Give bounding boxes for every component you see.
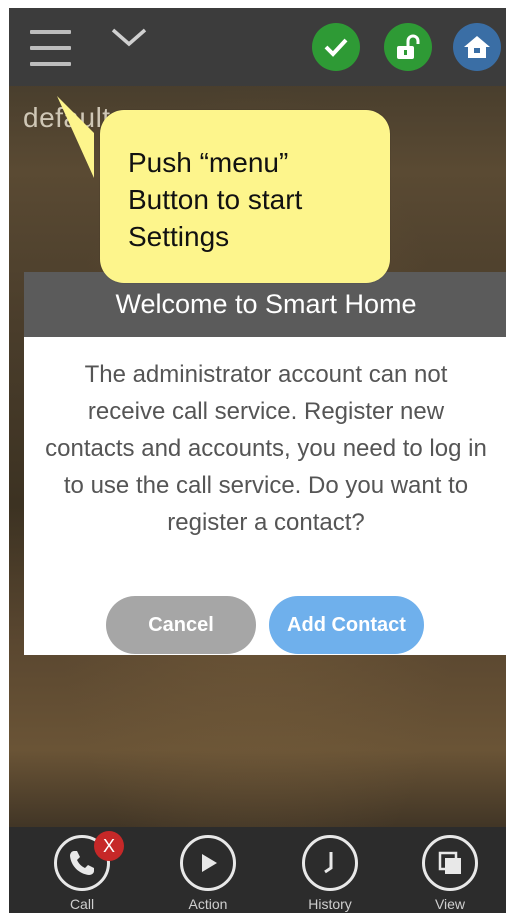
home-icon <box>464 36 490 58</box>
nav-view-label: View <box>434 896 466 912</box>
clock-icon <box>324 852 333 874</box>
status-ok-button[interactable] <box>312 23 360 71</box>
nav-history-label: History <box>308 896 352 912</box>
home-status-button[interactable] <box>453 23 501 71</box>
windows-icon <box>438 851 461 874</box>
history-button[interactable] <box>302 835 358 891</box>
lock-status-button[interactable] <box>384 23 432 71</box>
nav-call-label: Call <box>69 896 95 912</box>
nav-call[interactable]: X Call <box>49 831 124 913</box>
call-status-badge: X <box>94 831 124 861</box>
cancel-button[interactable]: Cancel <box>106 596 256 654</box>
tutorial-callout: Push “menu” Button to start Settings <box>100 110 390 283</box>
nav-action[interactable]: Action <box>175 835 245 913</box>
dialog-message: The administrator account can not receiv… <box>45 361 487 536</box>
callout-text: Push “menu” Button to start Settings <box>128 147 303 252</box>
add-contact-button[interactable]: Add Contact <box>269 596 424 654</box>
play-icon <box>202 854 217 872</box>
view-button[interactable] <box>422 835 478 891</box>
unlock-icon <box>397 34 420 59</box>
nav-action-label: Action <box>188 896 228 912</box>
action-button[interactable] <box>180 835 236 891</box>
checkmark-icon <box>324 38 348 57</box>
welcome-dialog: Welcome to Smart Home The administrator … <box>24 272 506 655</box>
app-screen: default Welcome to Smart Home The admini… <box>9 8 506 913</box>
phone-icon <box>70 851 94 875</box>
nav-view[interactable]: View <box>417 835 487 913</box>
bottom-nav: X Call Action History View <box>9 827 506 913</box>
nav-history[interactable]: History <box>297 835 367 913</box>
callout-pointer <box>57 96 94 178</box>
